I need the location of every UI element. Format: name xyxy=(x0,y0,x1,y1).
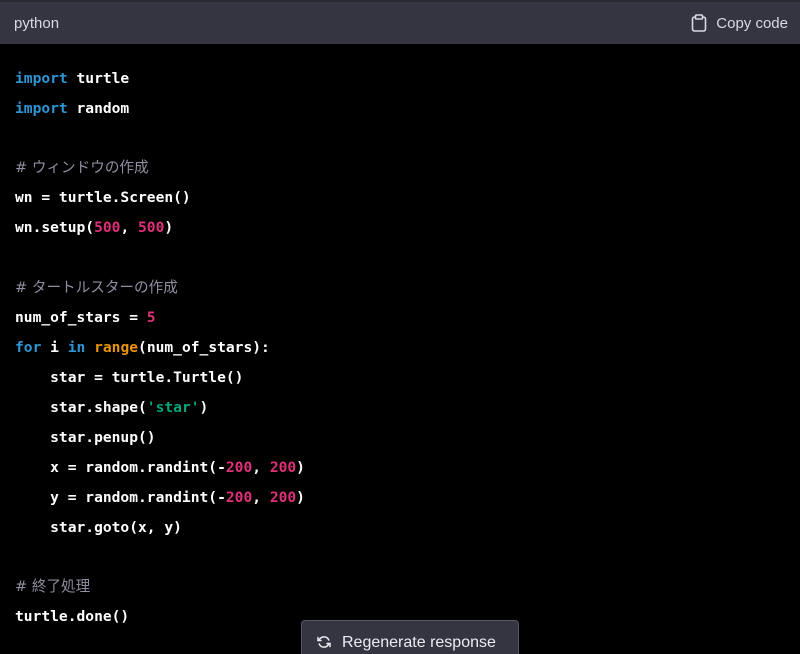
code-token: wn.setup( xyxy=(15,219,95,236)
code-line-2: import random xyxy=(15,99,129,119)
code-token: ) xyxy=(199,399,209,416)
code-line-1: import turtle xyxy=(15,69,129,89)
code-token: , xyxy=(252,489,270,506)
code-token: turtle xyxy=(67,70,130,87)
code-line-13: star.penup() xyxy=(15,429,156,446)
code-token: 500 xyxy=(138,219,165,236)
copy-code-button[interactable]: Copy code xyxy=(691,14,788,32)
clipboard-icon xyxy=(691,14,707,32)
code-token: 500 xyxy=(94,219,121,236)
regenerate-response-button[interactable]: Regenerate response xyxy=(301,620,519,654)
code-line-16: star.goto(x, y) xyxy=(15,519,182,536)
code-block-header: python Copy code xyxy=(0,0,800,44)
code-token: 'star' xyxy=(146,399,200,416)
code-token: 200 xyxy=(269,489,297,506)
code-token: in xyxy=(67,339,86,356)
code-comment: # 終了処理 xyxy=(15,578,91,595)
code-line-14: x = random.randint(-200, 200) xyxy=(15,458,305,478)
code-token: y = random.randint(- xyxy=(15,489,226,506)
code-line-10: for i in range(num_of_stars): xyxy=(15,338,270,358)
code-token: for xyxy=(15,339,42,356)
code-line-15: y = random.randint(-200, 200) xyxy=(15,488,305,508)
code-token: (num_of_stars): xyxy=(138,339,270,356)
code-line-5: wn = turtle.Screen() xyxy=(15,189,191,206)
code-token: import xyxy=(15,70,68,87)
language-label: python xyxy=(14,14,60,32)
code-block: python Copy code import turtle import ra… xyxy=(0,0,800,654)
code-line-19: turtle.done() xyxy=(15,608,130,625)
code-token: 200 xyxy=(269,459,297,476)
code-token: 200 xyxy=(225,489,253,506)
copy-code-label: Copy code xyxy=(716,14,788,32)
code-token: random xyxy=(67,100,130,117)
code-line-11: star = turtle.Turtle() xyxy=(15,369,244,386)
code-token: i xyxy=(41,339,68,356)
code-area: import turtle import random # ウィンドウの作成 w… xyxy=(0,44,800,654)
code-line-6: wn.setup(500, 500) xyxy=(15,218,173,238)
code-token: x = random.randint(- xyxy=(15,459,226,476)
code-token: num_of_stars = xyxy=(15,309,147,326)
code-token: import xyxy=(15,100,68,117)
code-line-9: num_of_stars = 5 xyxy=(15,308,156,328)
code-token: ) xyxy=(296,459,305,476)
refresh-icon xyxy=(316,634,332,650)
code-token: ) xyxy=(164,219,174,236)
code-token: star.shape( xyxy=(15,399,147,416)
code-token: , xyxy=(120,219,139,236)
code-comment: # ウィンドウの作成 xyxy=(15,159,149,176)
code-token: 200 xyxy=(225,459,253,476)
code-line-12: star.shape('star') xyxy=(15,398,208,418)
code-token: ) xyxy=(296,489,305,506)
code-token: 5 xyxy=(146,309,156,326)
code-token: , xyxy=(252,459,270,476)
regenerate-response-label: Regenerate response xyxy=(342,634,496,651)
code-token: range xyxy=(94,339,139,356)
code-comment: # タートルスターの作成 xyxy=(15,279,178,296)
